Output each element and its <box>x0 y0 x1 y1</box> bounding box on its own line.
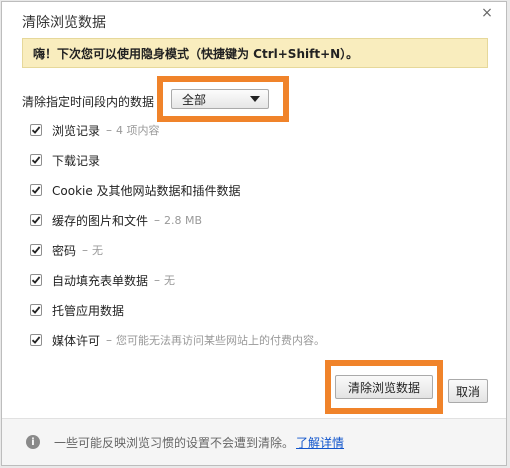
data-type-item[interactable]: 媒体许可 – 您可能无法再访问某些网站上的付费内容。 <box>30 330 325 350</box>
incognito-tip-banner: 嗨！下次您可以使用隐身模式（快捷键为 Ctrl+Shift+N）。 <box>22 38 488 68</box>
clear-browsing-data-button[interactable]: 清除浏览数据 <box>335 375 433 399</box>
checkbox[interactable] <box>30 154 42 166</box>
data-type-detail: 无 <box>92 244 104 257</box>
data-type-item[interactable]: 托管应用数据 <box>30 300 124 320</box>
detail-separator: – <box>106 333 113 347</box>
cancel-button[interactable]: 取消 <box>448 379 488 403</box>
data-type-label: 密码 <box>52 243 77 258</box>
dialog-title: 清除浏览数据 <box>22 15 106 31</box>
checkbox[interactable] <box>30 274 42 286</box>
time-range-row: 清除指定时间段内的数据 <box>22 90 154 112</box>
checkbox[interactable] <box>30 244 42 256</box>
data-type-label: 缓存的图片和文件 <box>52 213 149 228</box>
checkbox[interactable] <box>30 304 42 316</box>
data-type-label: 下载记录 <box>52 153 101 168</box>
data-type-item[interactable]: 密码 – 无 <box>30 240 103 260</box>
data-type-detail: 2.8 MB <box>164 213 203 227</box>
data-type-item[interactable]: 缓存的图片和文件 –2.8 MB <box>30 210 202 230</box>
detail-separator: – <box>82 243 89 257</box>
detail-separator: – <box>154 273 161 287</box>
data-type-label: Cookie 及其他网站数据和插件数据 <box>52 183 241 198</box>
footer-text: 一些可能反映浏览习惯的设置不会遭到清除。 <box>54 435 295 450</box>
data-type-item[interactable]: Cookie 及其他网站数据和插件数据 <box>30 180 241 200</box>
checkbox[interactable] <box>30 124 42 136</box>
time-range-value: 全部 <box>182 92 207 107</box>
banner-text: 嗨！下次您可以使用隐身模式（快捷键为 Ctrl+Shift+N）。 <box>33 46 359 61</box>
time-range-label: 清除指定时间段内的数据 <box>22 94 155 109</box>
time-range-highlight: 全部 <box>157 76 289 122</box>
data-type-detail: 4 项内容 <box>116 124 160 137</box>
learn-more-link[interactable]: 了解详情 <box>296 434 344 451</box>
data-type-label: 自动填充表单数据 <box>52 273 149 288</box>
data-type-item[interactable]: 浏览记录 –4 项内容 <box>30 120 160 140</box>
data-type-item[interactable]: 下载记录 <box>30 150 100 170</box>
time-range-select[interactable]: 全部 <box>171 89 269 109</box>
data-type-detail: 您可能无法再访问某些网站上的付费内容。 <box>116 334 326 347</box>
clear-button-highlight: 清除浏览数据 <box>325 360 443 414</box>
data-type-item[interactable]: 自动填充表单数据 – 无 <box>30 270 175 290</box>
data-type-detail: 无 <box>164 274 176 287</box>
checkbox[interactable] <box>30 214 42 226</box>
dialog-footer: i 一些可能反映浏览习惯的设置不会遭到清除。 了解详情 <box>2 418 506 465</box>
info-icon: i <box>26 435 40 449</box>
checkbox[interactable] <box>30 334 42 346</box>
checkbox[interactable] <box>30 184 42 196</box>
data-type-label: 媒体许可 <box>52 333 101 348</box>
close-icon[interactable]: × <box>478 4 496 22</box>
data-type-label: 浏览记录 <box>52 123 101 138</box>
clear-browsing-data-dialog: 清除浏览数据 × 嗨！下次您可以使用隐身模式（快捷键为 Ctrl+Shift+N… <box>1 1 507 466</box>
dropdown-arrow-icon <box>250 96 260 102</box>
data-type-label: 托管应用数据 <box>52 303 125 318</box>
detail-separator: – <box>106 123 113 137</box>
detail-separator: – <box>154 213 161 227</box>
